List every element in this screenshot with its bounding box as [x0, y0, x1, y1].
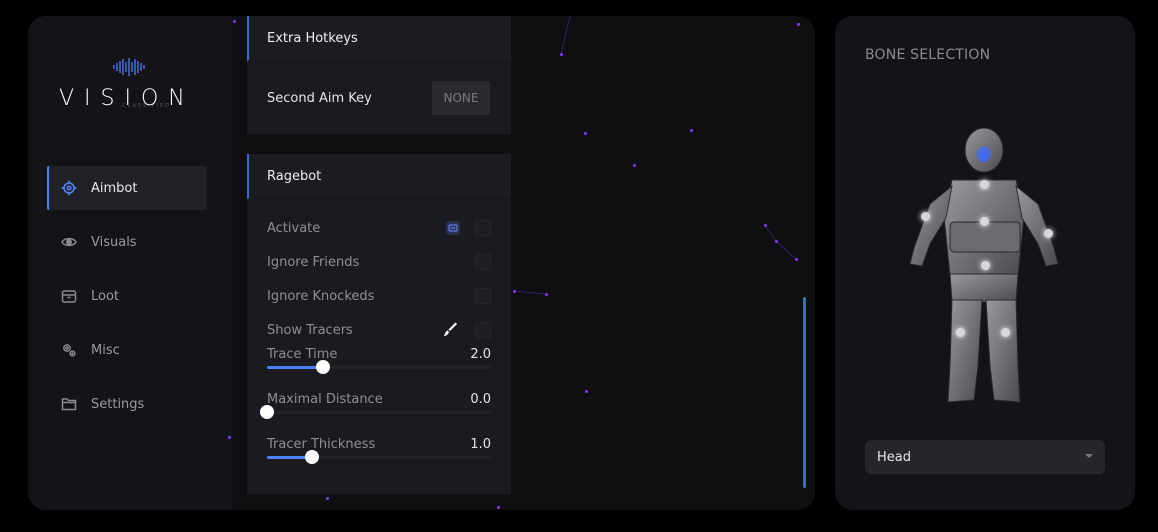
scrollbar-thumb[interactable]: [803, 297, 806, 488]
max-distance-value: 0.0: [470, 392, 491, 407]
particle: [513, 290, 516, 293]
color-picker-icon[interactable]: [443, 322, 459, 342]
keybind-icon[interactable]: [446, 221, 460, 235]
activate-checkbox[interactable]: [475, 220, 491, 236]
activate-row: Activate: [247, 211, 511, 245]
bone-select-value: Head: [877, 449, 911, 465]
slider-handle[interactable]: [260, 405, 274, 419]
gear-icon: [61, 342, 77, 358]
ignore-knocked-checkbox[interactable]: [475, 288, 491, 304]
particle: [633, 164, 636, 167]
content-area: Extra Hotkeys Second Aim Key NONE Ragebo…: [228, 16, 815, 510]
tracer-thickness-slider: Tracer Thickness 1.0: [247, 437, 511, 482]
show-tracers-checkbox[interactable]: [475, 322, 491, 338]
bone-point-stomach[interactable]: [980, 260, 990, 270]
sidebar-item-label: Misc: [91, 342, 120, 358]
show-tracers-label: Show Tracers: [267, 322, 353, 338]
particle: [584, 132, 587, 135]
max-distance-label: Maximal Distance: [267, 392, 383, 407]
chevron-down-icon: [1085, 454, 1093, 458]
sidebar-item-aimbot[interactable]: Aimbot: [47, 166, 207, 210]
trace-time-value: 2.0: [470, 347, 491, 362]
particle: [326, 497, 329, 500]
slider-track[interactable]: [267, 450, 491, 464]
show-tracers-row: Show Tracers: [247, 313, 511, 347]
particle: [545, 293, 548, 296]
ignore-knocked-row: Ignore Knockeds: [247, 279, 511, 313]
sidebar-item-label: Settings: [91, 396, 145, 412]
particle: [560, 53, 563, 56]
folder-icon: [61, 396, 77, 412]
card-title: Ragebot: [247, 154, 511, 199]
slider-fill: [267, 366, 323, 369]
bone-point-left-shoulder[interactable]: [920, 211, 930, 221]
max-distance-slider: Maximal Distance 0.0: [247, 392, 511, 437]
sidebar-item-label: Aimbot: [91, 180, 138, 196]
sidebar-item-loot[interactable]: Loot: [47, 274, 207, 318]
sidebar: CLASSIFIED VISION Aimbot Visuals Loot Mi…: [28, 16, 232, 510]
bone-select-dropdown[interactable]: Head: [865, 440, 1105, 474]
bone-point-left-knee[interactable]: [955, 327, 965, 337]
second-aim-key-row: Second Aim Key NONE: [247, 61, 511, 135]
logo: CLASSIFIED VISION: [56, 56, 226, 116]
particle: [233, 20, 236, 23]
sidebar-item-misc[interactable]: Misc: [47, 328, 207, 372]
particle: [585, 390, 588, 393]
slider-track[interactable]: [267, 360, 491, 374]
ragebot-card: Ragebot Activate Ignore Friends Ignore K…: [247, 154, 511, 494]
extra-hotkeys-card: Extra Hotkeys Second Aim Key NONE: [247, 16, 511, 134]
ignore-knocked-label: Ignore Knockeds: [267, 288, 375, 304]
particle: [795, 258, 798, 261]
ignore-friends-label: Ignore Friends: [267, 254, 360, 270]
particle: [228, 436, 231, 439]
particle: [775, 240, 778, 243]
bone-point-chest[interactable]: [979, 216, 989, 226]
sidebar-item-settings[interactable]: Settings: [47, 382, 207, 426]
particle: [497, 506, 500, 509]
card-title: Extra Hotkeys: [247, 16, 511, 61]
trace-time-slider: Trace Time 2.0: [247, 347, 511, 392]
crosshair-icon: [61, 180, 77, 196]
particle: [797, 23, 800, 26]
tracer-thickness-label: Tracer Thickness: [267, 437, 376, 452]
ignore-friends-checkbox[interactable]: [475, 254, 491, 270]
sidebar-item-label: Loot: [91, 288, 120, 304]
eye-icon: [61, 234, 77, 250]
ignore-friends-row: Ignore Friends: [247, 245, 511, 279]
second-aim-key-label: Second Aim Key: [267, 90, 372, 106]
bone-point-right-knee[interactable]: [1000, 327, 1010, 337]
bone-point-right-elbow[interactable]: [1043, 228, 1053, 238]
bone-selection-title: BONE SELECTION: [865, 47, 991, 63]
slider-track[interactable]: [260, 405, 491, 419]
second-aim-key-button[interactable]: NONE: [432, 81, 490, 115]
sidebar-item-visuals[interactable]: Visuals: [47, 220, 207, 264]
sidebar-item-label: Visuals: [91, 234, 137, 250]
box-icon: [61, 288, 77, 304]
main-panel: CLASSIFIED VISION Aimbot Visuals Loot Mi…: [28, 16, 815, 510]
tracer-thickness-value: 1.0: [470, 437, 491, 452]
slider-handle[interactable]: [316, 360, 330, 374]
bone-selection-panel: BONE SELECTION Head: [835, 16, 1135, 510]
bone-point-neck[interactable]: [979, 179, 989, 189]
logo-waveform-icon: [113, 58, 145, 76]
trace-time-label: Trace Time: [267, 347, 338, 362]
particle: [690, 129, 693, 132]
brand-name: VISION: [59, 86, 195, 111]
particle: [764, 224, 767, 227]
slider-handle[interactable]: [304, 450, 319, 464]
sidebar-nav: Aimbot Visuals Loot Misc Settings: [47, 166, 207, 436]
activate-label: Activate: [267, 220, 321, 236]
